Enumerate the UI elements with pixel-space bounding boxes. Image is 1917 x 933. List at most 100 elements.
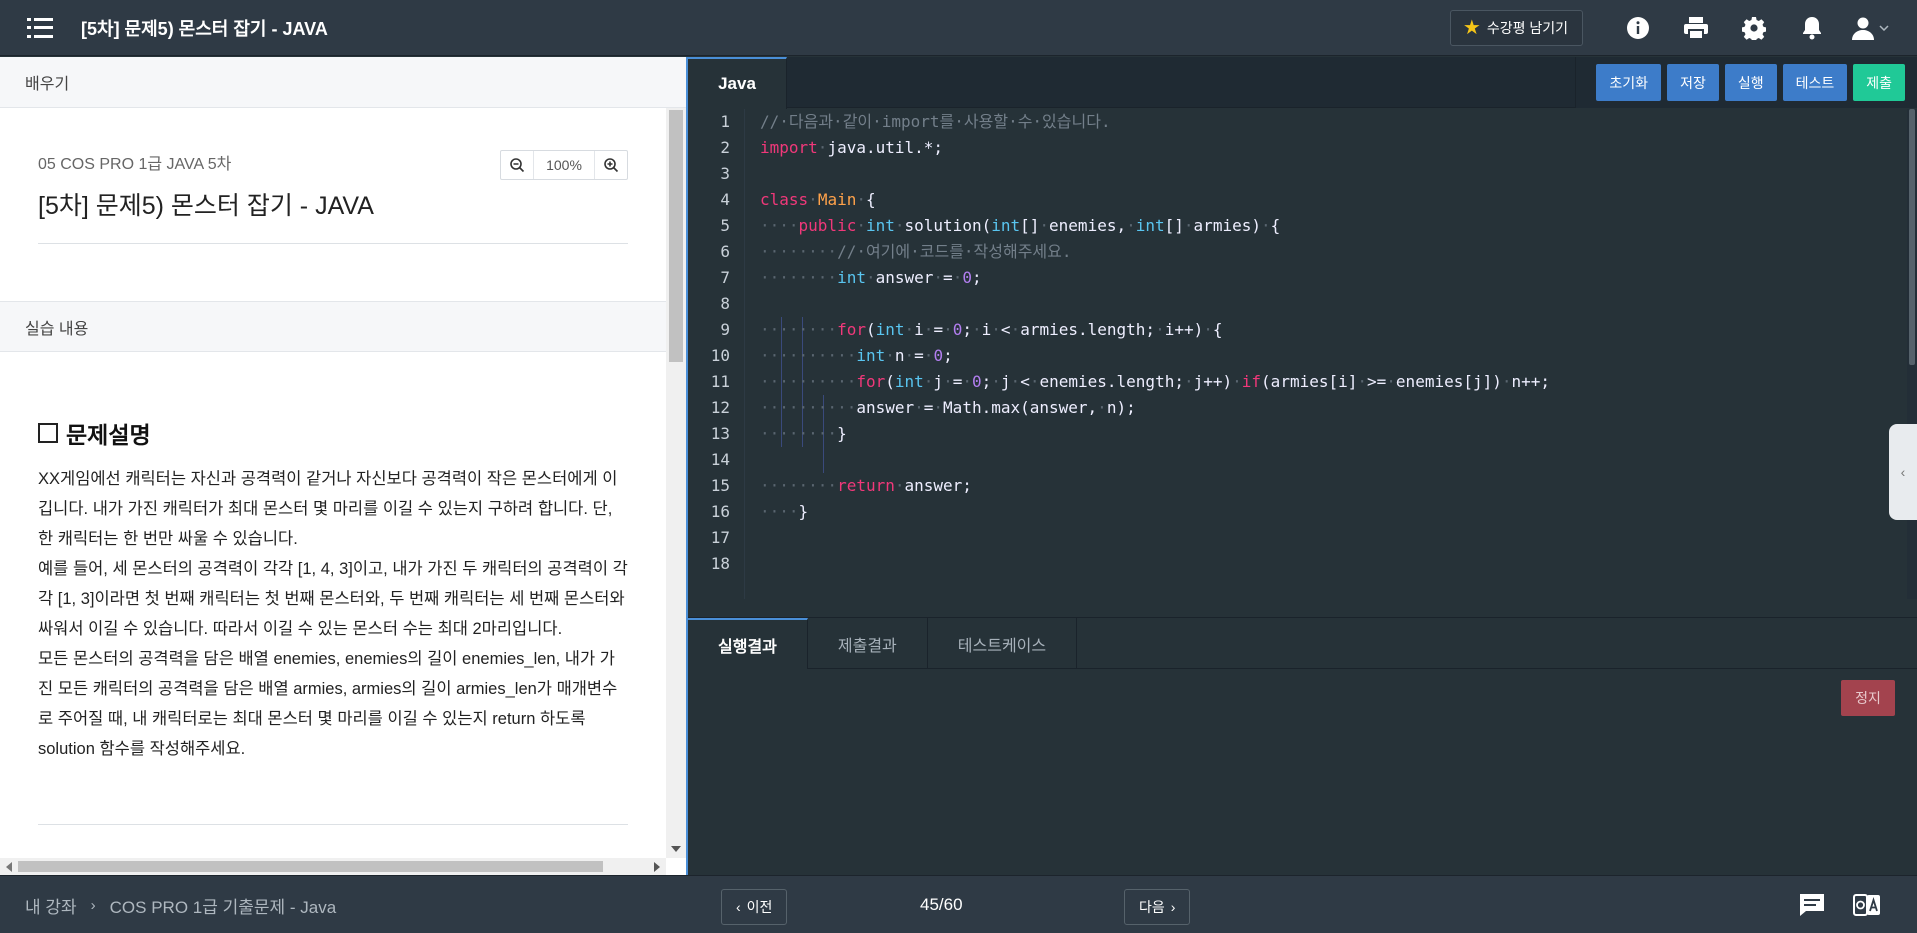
code-line[interactable]: //·다음과·같이·import를·사용할·수·있습니다.	[760, 109, 1550, 135]
code-vertical-scrollbar[interactable]	[1907, 109, 1917, 599]
zoom-level: 100%	[533, 151, 595, 179]
code-line[interactable]: ········//·여기에·코드를·작성해주세요.	[760, 239, 1550, 265]
code-lines[interactable]: //·다음과·같이·import를·사용할·수·있습니다. import·java…	[760, 109, 1550, 577]
breadcrumb-my-courses[interactable]: 내 강좌	[25, 893, 77, 918]
line-number: 14	[710, 450, 730, 469]
code-line[interactable]	[760, 291, 1550, 317]
save-button[interactable]: 저장	[1667, 64, 1719, 101]
scrollbar-thumb[interactable]	[18, 861, 603, 872]
code-line[interactable]	[760, 447, 1550, 473]
editor-actions: 초기화 저장 실행 테스트 제출	[1575, 57, 1917, 108]
next-button[interactable]: 다음 ›	[1124, 889, 1191, 925]
tab-java[interactable]: Java	[688, 57, 787, 109]
line-number: 1	[720, 112, 730, 131]
write-review-button[interactable]: ★ 수강평 남기기	[1449, 10, 1583, 46]
chevron-right-icon: ›	[90, 896, 96, 914]
line-number: 9	[720, 320, 730, 339]
chevron-left-icon[interactable]: ‹	[1889, 424, 1917, 520]
code-line[interactable]: ····public·int·solution(int[]·enemies,·i…	[760, 213, 1550, 239]
scroll-right-arrow-icon[interactable]	[654, 862, 660, 872]
test-button[interactable]: 테스트	[1782, 64, 1848, 101]
editor-tabbar: Java 초기화 저장 실행 테스트 제출	[688, 57, 1917, 109]
problem-section-label: 문제설명	[66, 422, 151, 448]
line-number: 4	[720, 190, 730, 209]
gear-icon[interactable]	[1725, 0, 1783, 56]
result-output: 정지	[688, 669, 1917, 875]
bottom-bar: 내 강좌 › COS PRO 1급 기출문제 - Java ‹ 이전 45/60…	[0, 875, 1917, 933]
lesson-subtitle: 05 COS PRO 1급 JAVA 5차	[38, 156, 232, 173]
line-number: 12	[710, 398, 730, 417]
problem-section-title: 문제설명	[38, 416, 151, 450]
info-icon[interactable]	[1609, 0, 1667, 56]
scrollbar-thumb[interactable]	[669, 110, 683, 362]
result-tabs: 실행결과 제출결과 테스트케이스	[688, 617, 1917, 669]
scroll-down-arrow-icon[interactable]	[671, 846, 681, 852]
chevron-right-icon: ›	[1170, 899, 1176, 915]
breadcrumb-course[interactable]: COS PRO 1급 기출문제 - Java	[110, 893, 337, 918]
code-editor[interactable]: 1 2 3 4 5 6 7 8 9 10 11 12 13 14 15 16 1…	[688, 109, 1917, 599]
editor-panel: Java 초기화 저장 실행 테스트 제출 1 2 3 4 5 6 7 8 9 …	[688, 57, 1917, 875]
code-line[interactable]: ··········answer·=·Math.max(answer,·n);	[760, 395, 1550, 421]
code-line[interactable]: class·Main·{	[760, 187, 1550, 213]
stop-button[interactable]: 정지	[1841, 680, 1895, 716]
code-line[interactable]: import·java.util.*;	[760, 135, 1550, 161]
description-paragraph: 예를 들어, 세 몬스터의 공격력이 각각 [1, 4, 3]이고, 내가 가진…	[38, 560, 628, 638]
description-paragraph: 모든 몬스터의 공격력을 담은 배열 enemies, enemies의 길이 …	[38, 650, 618, 758]
practice-section-header: 실습 내용	[0, 301, 666, 352]
chat-icon[interactable]	[1795, 889, 1829, 921]
line-number: 13	[710, 424, 730, 443]
problem-description: XX게임에선 캐릭터는 자신과 공격력이 같거나 자신보다 공격력이 작은 몬스…	[38, 464, 628, 764]
write-review-label: 수강평 남기기	[1486, 20, 1568, 36]
bell-icon[interactable]	[1783, 0, 1841, 56]
line-number-gutter: 1 2 3 4 5 6 7 8 9 10 11 12 13 14 15 16 1…	[688, 109, 746, 599]
line-number: 18	[710, 554, 730, 573]
code-line[interactable]: ········}	[760, 421, 1550, 447]
left-vertical-scrollbar[interactable]	[666, 108, 686, 858]
divider	[38, 824, 628, 825]
left-horizontal-scrollbar[interactable]	[0, 858, 666, 875]
learn-tab[interactable]: 배우기	[0, 57, 686, 108]
line-number: 17	[710, 528, 730, 547]
zoom-in-icon[interactable]	[595, 151, 627, 179]
reset-button[interactable]: 초기화	[1596, 64, 1662, 101]
tab-testcases[interactable]: 테스트케이스	[928, 618, 1078, 669]
line-number: 10	[710, 346, 730, 365]
code-line[interactable]: ········int·answer·=·0;	[760, 265, 1550, 291]
page-indicator: 45/60	[920, 895, 963, 914]
breadcrumb: 내 강좌 › COS PRO 1급 기출문제 - Java	[25, 876, 336, 933]
menu-icon[interactable]	[27, 17, 53, 38]
checkbox-square-icon	[38, 423, 58, 443]
code-line[interactable]	[760, 161, 1550, 187]
line-number: 3	[720, 164, 730, 183]
code-line[interactable]	[760, 551, 1550, 577]
code-line[interactable]: ····}	[760, 499, 1550, 525]
scroll-left-arrow-icon[interactable]	[6, 862, 12, 872]
page-title: [5차] 문제5) 몬스터 잡기 - JAVA	[81, 18, 328, 39]
line-number: 7	[720, 268, 730, 287]
submit-button[interactable]: 제출	[1853, 64, 1905, 101]
top-bar: [5차] 문제5) 몬스터 잡기 - JAVA ★ 수강평 남기기	[0, 0, 1917, 56]
translate-icon[interactable]	[1850, 889, 1884, 921]
code-line[interactable]: ··········int·n·=·0;	[760, 343, 1550, 369]
chevron-down-icon	[1879, 25, 1889, 31]
line-number: 16	[710, 502, 730, 521]
code-line[interactable]: ········for(int·i·=·0;·i·<·armies.length…	[760, 317, 1550, 343]
code-line[interactable]: ··········for(int·j·=·0;·j·<·enemies.len…	[760, 369, 1550, 395]
tab-submit-result[interactable]: 제출결과	[808, 618, 928, 669]
line-number: 11	[710, 372, 730, 391]
star-icon: ★	[1462, 17, 1481, 39]
lesson-title: [5차] 문제5) 몬스터 잡기 - JAVA	[38, 192, 374, 220]
code-line[interactable]: ········return·answer;	[760, 473, 1550, 499]
tab-run-result[interactable]: 실행결과	[688, 618, 808, 669]
next-label: 다음	[1139, 899, 1165, 915]
scrollbar-thumb[interactable]	[1909, 109, 1915, 365]
run-button[interactable]: 실행	[1724, 64, 1777, 101]
prev-button[interactable]: ‹ 이전	[721, 889, 788, 925]
lesson-content: 05 COS PRO 1급 JAVA 5차 [5차] 문제5) 몬스터 잡기 -…	[0, 108, 666, 858]
zoom-out-icon[interactable]	[501, 151, 533, 179]
line-number: 2	[720, 138, 730, 157]
code-line[interactable]	[760, 525, 1550, 551]
user-icon[interactable]	[1841, 0, 1899, 56]
line-number: 8	[720, 294, 730, 313]
print-icon[interactable]	[1667, 0, 1725, 56]
